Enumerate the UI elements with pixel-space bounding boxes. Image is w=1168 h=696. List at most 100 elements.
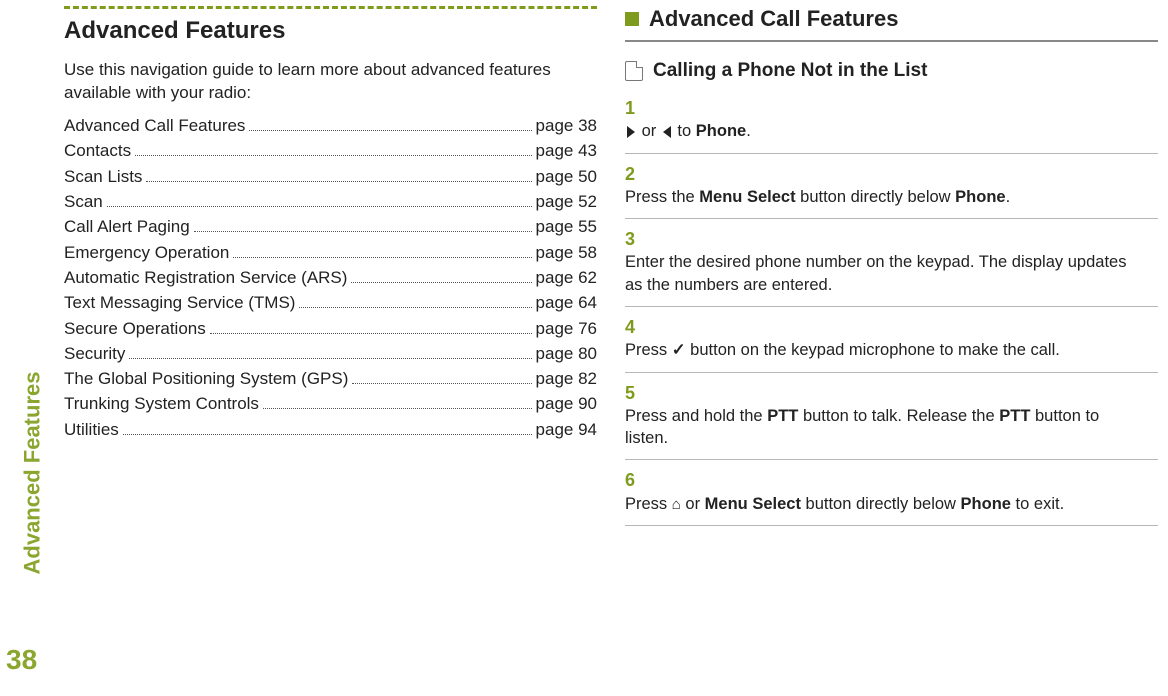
step-text: Enter the desired phone number on the ke… xyxy=(625,251,1132,296)
dashed-rule xyxy=(64,6,597,9)
side-label: Advanced Features xyxy=(19,372,45,575)
toc-title: Scan Lists xyxy=(64,167,142,187)
left-arrow-icon xyxy=(663,126,671,138)
toc-row: Contacts page 43 xyxy=(64,140,597,161)
heading-advanced-features: Advanced Features xyxy=(64,17,597,45)
toc-dots xyxy=(107,191,532,207)
text: Press the xyxy=(625,188,699,206)
toc-dots xyxy=(351,267,531,283)
toc-row: Emergency Operationpage 58 xyxy=(64,241,597,262)
text: to exit. xyxy=(1011,495,1064,513)
toc-dots xyxy=(263,393,532,409)
toc-page: page 62 xyxy=(536,268,597,288)
toc-dots xyxy=(249,115,531,131)
step-4: 4 Press ✓ button on the keypad microphon… xyxy=(625,307,1158,373)
toc-title: Utilities xyxy=(64,420,119,440)
toc-dots xyxy=(146,165,531,181)
toc-dots xyxy=(129,343,531,359)
toc-title: Automatic Registration Service (ARS) xyxy=(64,268,347,288)
bold-menu-select: Menu Select xyxy=(705,495,801,513)
toc-dots xyxy=(210,317,532,333)
step-5: 5 Press and hold the PTT button to talk.… xyxy=(625,373,1158,461)
text: Press xyxy=(625,341,672,359)
right-arrow-icon xyxy=(627,126,635,138)
toc-page: page 90 xyxy=(536,394,597,414)
toc-page: page 94 xyxy=(536,420,597,440)
toc-page: page 82 xyxy=(536,369,597,389)
step-number: 3 xyxy=(625,227,647,251)
toc-dots xyxy=(352,368,531,384)
toc-row: Trunking System Controls page 90 xyxy=(64,393,597,414)
bold-ptt: PTT xyxy=(999,407,1030,425)
columns: Advanced Features Use this navigation gu… xyxy=(64,6,1158,656)
toc-row: Secure Operations page 76 xyxy=(64,317,597,338)
toc-page: page 55 xyxy=(536,217,597,237)
text: Press xyxy=(625,495,672,513)
text: or xyxy=(637,122,661,140)
text: button directly below xyxy=(801,495,961,513)
step-number: 2 xyxy=(625,162,647,186)
toc-title: Call Alert Paging xyxy=(64,217,190,237)
section-title: Advanced Call Features xyxy=(649,6,898,32)
step-3: 3 Enter the desired phone number on the … xyxy=(625,219,1158,307)
toc-row: Call Alert Paging page 55 xyxy=(64,216,597,237)
steps-list: 1 or to Phone. 2 Press the Menu Select b… xyxy=(625,88,1158,526)
toc-page: page 76 xyxy=(536,319,597,339)
text: button to talk. Release the xyxy=(798,407,999,425)
toc-row: Scan page 52 xyxy=(64,191,597,212)
section-header: Advanced Call Features xyxy=(625,6,1158,32)
page: Advanced Features 38 Advanced Features U… xyxy=(0,0,1168,696)
toc-title: Trunking System Controls xyxy=(64,394,259,414)
step-number: 1 xyxy=(625,96,647,120)
toc-page: page 52 xyxy=(536,192,597,212)
toc-dots xyxy=(194,216,532,232)
left-column: Advanced Features Use this navigation gu… xyxy=(64,6,597,656)
intro-text: Use this navigation guide to learn more … xyxy=(64,59,597,105)
toc-row: Scan Listspage 50 xyxy=(64,165,597,186)
toc-dots xyxy=(299,292,531,308)
toc-page: page 64 xyxy=(536,293,597,313)
toc-dots xyxy=(135,140,531,156)
text: . xyxy=(1006,188,1011,206)
toc-row: Automatic Registration Service (ARS) page… xyxy=(64,267,597,288)
bold-phone: Phone xyxy=(955,188,1005,206)
step-text: or to Phone. xyxy=(625,120,1132,142)
right-column: Advanced Call Features Calling a Phone N… xyxy=(625,6,1158,656)
toc-dots xyxy=(123,418,532,434)
section-rule xyxy=(625,40,1158,42)
subsection-title: Calling a Phone Not in the List xyxy=(653,60,927,82)
step-text: Press the Menu Select button directly be… xyxy=(625,186,1132,208)
toc-title: Advanced Call Features xyxy=(64,116,245,136)
text: . xyxy=(746,122,751,140)
text: button on the keypad microphone to make … xyxy=(686,341,1060,359)
table-of-contents: Advanced Call Featurespage 38 Contacts pag… xyxy=(64,115,597,440)
step-2: 2 Press the Menu Select button directly … xyxy=(625,154,1158,220)
toc-title: Scan xyxy=(64,192,103,212)
text: or xyxy=(681,495,705,513)
toc-title: Emergency Operation xyxy=(64,243,229,263)
subsection-header: Calling a Phone Not in the List xyxy=(625,60,1158,82)
text: button directly below xyxy=(796,188,956,206)
bold-phone: Phone xyxy=(696,122,746,140)
toc-title: Contacts xyxy=(64,141,131,161)
toc-title: Security xyxy=(64,344,125,364)
bold-phone: Phone xyxy=(961,495,1011,513)
toc-row: Text Messaging Service (TMS)page 64 xyxy=(64,292,597,313)
square-bullet-icon xyxy=(625,12,639,26)
page-number: 38 xyxy=(6,644,37,676)
home-icon: ⌂ xyxy=(672,495,681,515)
toc-row: Utilities page 94 xyxy=(64,418,597,439)
step-text: Press ⌂ or Menu Select button directly b… xyxy=(625,493,1132,515)
toc-row: Security page 80 xyxy=(64,343,597,364)
toc-page: page 43 xyxy=(536,141,597,161)
step-1: 1 or to Phone. xyxy=(625,88,1158,154)
toc-row: Advanced Call Featurespage 38 xyxy=(64,115,597,136)
bold-menu-select: Menu Select xyxy=(699,188,795,206)
step-6: 6 Press ⌂ or Menu Select button directly… xyxy=(625,460,1158,526)
toc-page: page 80 xyxy=(536,344,597,364)
bold-ptt: PTT xyxy=(767,407,798,425)
toc-title: Secure Operations xyxy=(64,319,206,339)
toc-title: The Global Positioning System (GPS) xyxy=(64,369,348,389)
step-text: Press ✓ button on the keypad microphone … xyxy=(625,339,1132,361)
text: Press and hold the xyxy=(625,407,767,425)
